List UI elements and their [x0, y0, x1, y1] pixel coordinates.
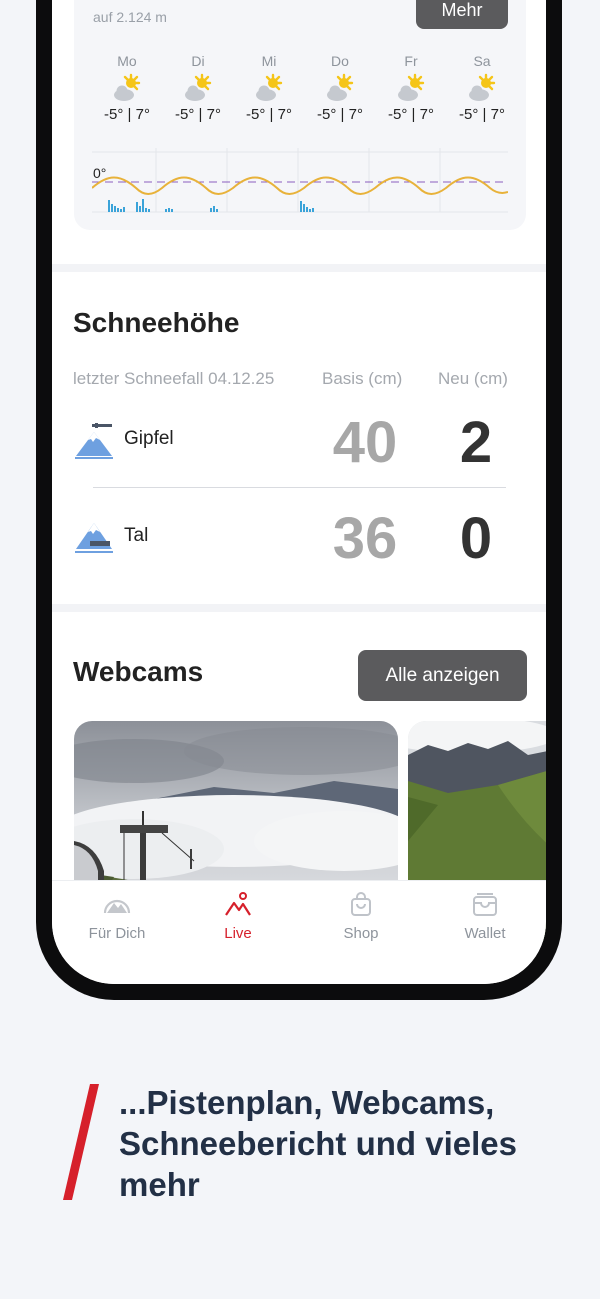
tab-label: Für Dich: [88, 925, 146, 942]
snow-base-value: 36: [332, 506, 398, 571]
snow-row-separator: [93, 487, 506, 488]
webcams-title: Webcams: [73, 656, 204, 687]
day-temperatures: -5° | 7°: [459, 106, 505, 123]
precipitation-bars: [108, 199, 314, 212]
weather-forecast-days: Mo -5° | 7° Di -5° | 7° Mi -5° | 7° Do -…: [92, 53, 512, 133]
tab-label: Shop: [343, 925, 379, 942]
weather-more-button[interactable]: Mehr: [416, 0, 508, 29]
section-divider: [52, 264, 546, 272]
tab-label: Wallet: [464, 925, 506, 942]
snow-base-value: 40: [332, 410, 398, 475]
day-name: Di: [191, 53, 205, 69]
day-temperatures: -5° | 7°: [175, 106, 221, 123]
tab-wallet[interactable]: Wallet: [430, 891, 540, 942]
base-column-header: Basis (cm): [322, 369, 403, 388]
partly-sunny-icon: [185, 73, 212, 101]
day-name: Sa: [473, 53, 491, 69]
tab-shop[interactable]: Shop: [306, 891, 416, 942]
weather-card: auf 2.124 m Mehr Mo -5° | 7° Di -5° | 7°…: [74, 0, 526, 230]
partly-sunny-icon: [256, 73, 283, 101]
weather-temperature-chart: 0°: [92, 148, 508, 213]
forecast-day: Sa -5° | 7°: [447, 53, 517, 123]
promo-tagline: ...Pistenplan, Webcams, Schneebericht un…: [119, 1084, 517, 1203]
shopping-bag-icon: [351, 892, 371, 916]
section-divider: [52, 604, 546, 612]
day-temperatures: -5° | 7°: [104, 106, 150, 123]
mountain-arc-icon: [103, 899, 131, 914]
weather-altitude: auf 2.124 m: [93, 9, 167, 25]
day-temperatures: -5° | 7°: [317, 106, 363, 123]
day-name: Do: [331, 53, 349, 69]
tab-fuer-dich[interactable]: Für Dich: [62, 891, 172, 942]
day-name: Fr: [404, 53, 418, 69]
forecast-day: Di -5° | 7°: [163, 53, 233, 123]
tab-live[interactable]: Live: [183, 891, 293, 942]
day-temperatures: -5° | 7°: [388, 106, 434, 123]
snow-new-value: 2: [459, 410, 493, 475]
snow-row-label: Tal: [124, 525, 149, 546]
day-name: Mo: [117, 53, 137, 69]
mountain-pin-icon: [225, 892, 251, 916]
partly-sunny-icon: [114, 73, 141, 101]
forecast-day: Mi -5° | 7°: [234, 53, 304, 123]
forecast-day: Fr -5° | 7°: [376, 53, 446, 123]
forecast-day: Mo -5° | 7°: [92, 53, 162, 123]
forecast-day: Do -5° | 7°: [305, 53, 375, 123]
mountain-peak-icon: [75, 423, 113, 459]
red-slash-decoration: [63, 1084, 99, 1200]
new-column-header: Neu (cm): [438, 369, 508, 388]
zero-degree-label: 0°: [93, 165, 106, 181]
bottom-tab-bar: Für Dich Live Shop Wallet: [52, 880, 546, 984]
partly-sunny-icon: [398, 73, 425, 101]
mountain-valley-icon: [75, 523, 113, 553]
day-name: Mi: [261, 53, 277, 69]
snow-depth-title: Schneehöhe: [73, 307, 240, 338]
day-temperatures: -5° | 7°: [246, 106, 292, 123]
snow-new-value: 0: [459, 506, 493, 571]
tab-label: Live: [224, 925, 252, 942]
phone-screen: auf 2.124 m Mehr Mo -5° | 7° Di -5° | 7°…: [52, 0, 546, 984]
last-snowfall-label: letzter Schneefall 04.12.25: [73, 369, 275, 388]
phone-frame: auf 2.124 m Mehr Mo -5° | 7° Di -5° | 7°…: [36, 0, 562, 1000]
wallet-icon: [473, 893, 497, 916]
show-all-webcams-button[interactable]: Alle anzeigen: [358, 650, 527, 701]
snow-row-label: Gipfel: [124, 428, 174, 449]
partly-sunny-icon: [469, 73, 496, 101]
temperature-curve: [92, 176, 508, 195]
partly-sunny-icon: [327, 73, 354, 101]
